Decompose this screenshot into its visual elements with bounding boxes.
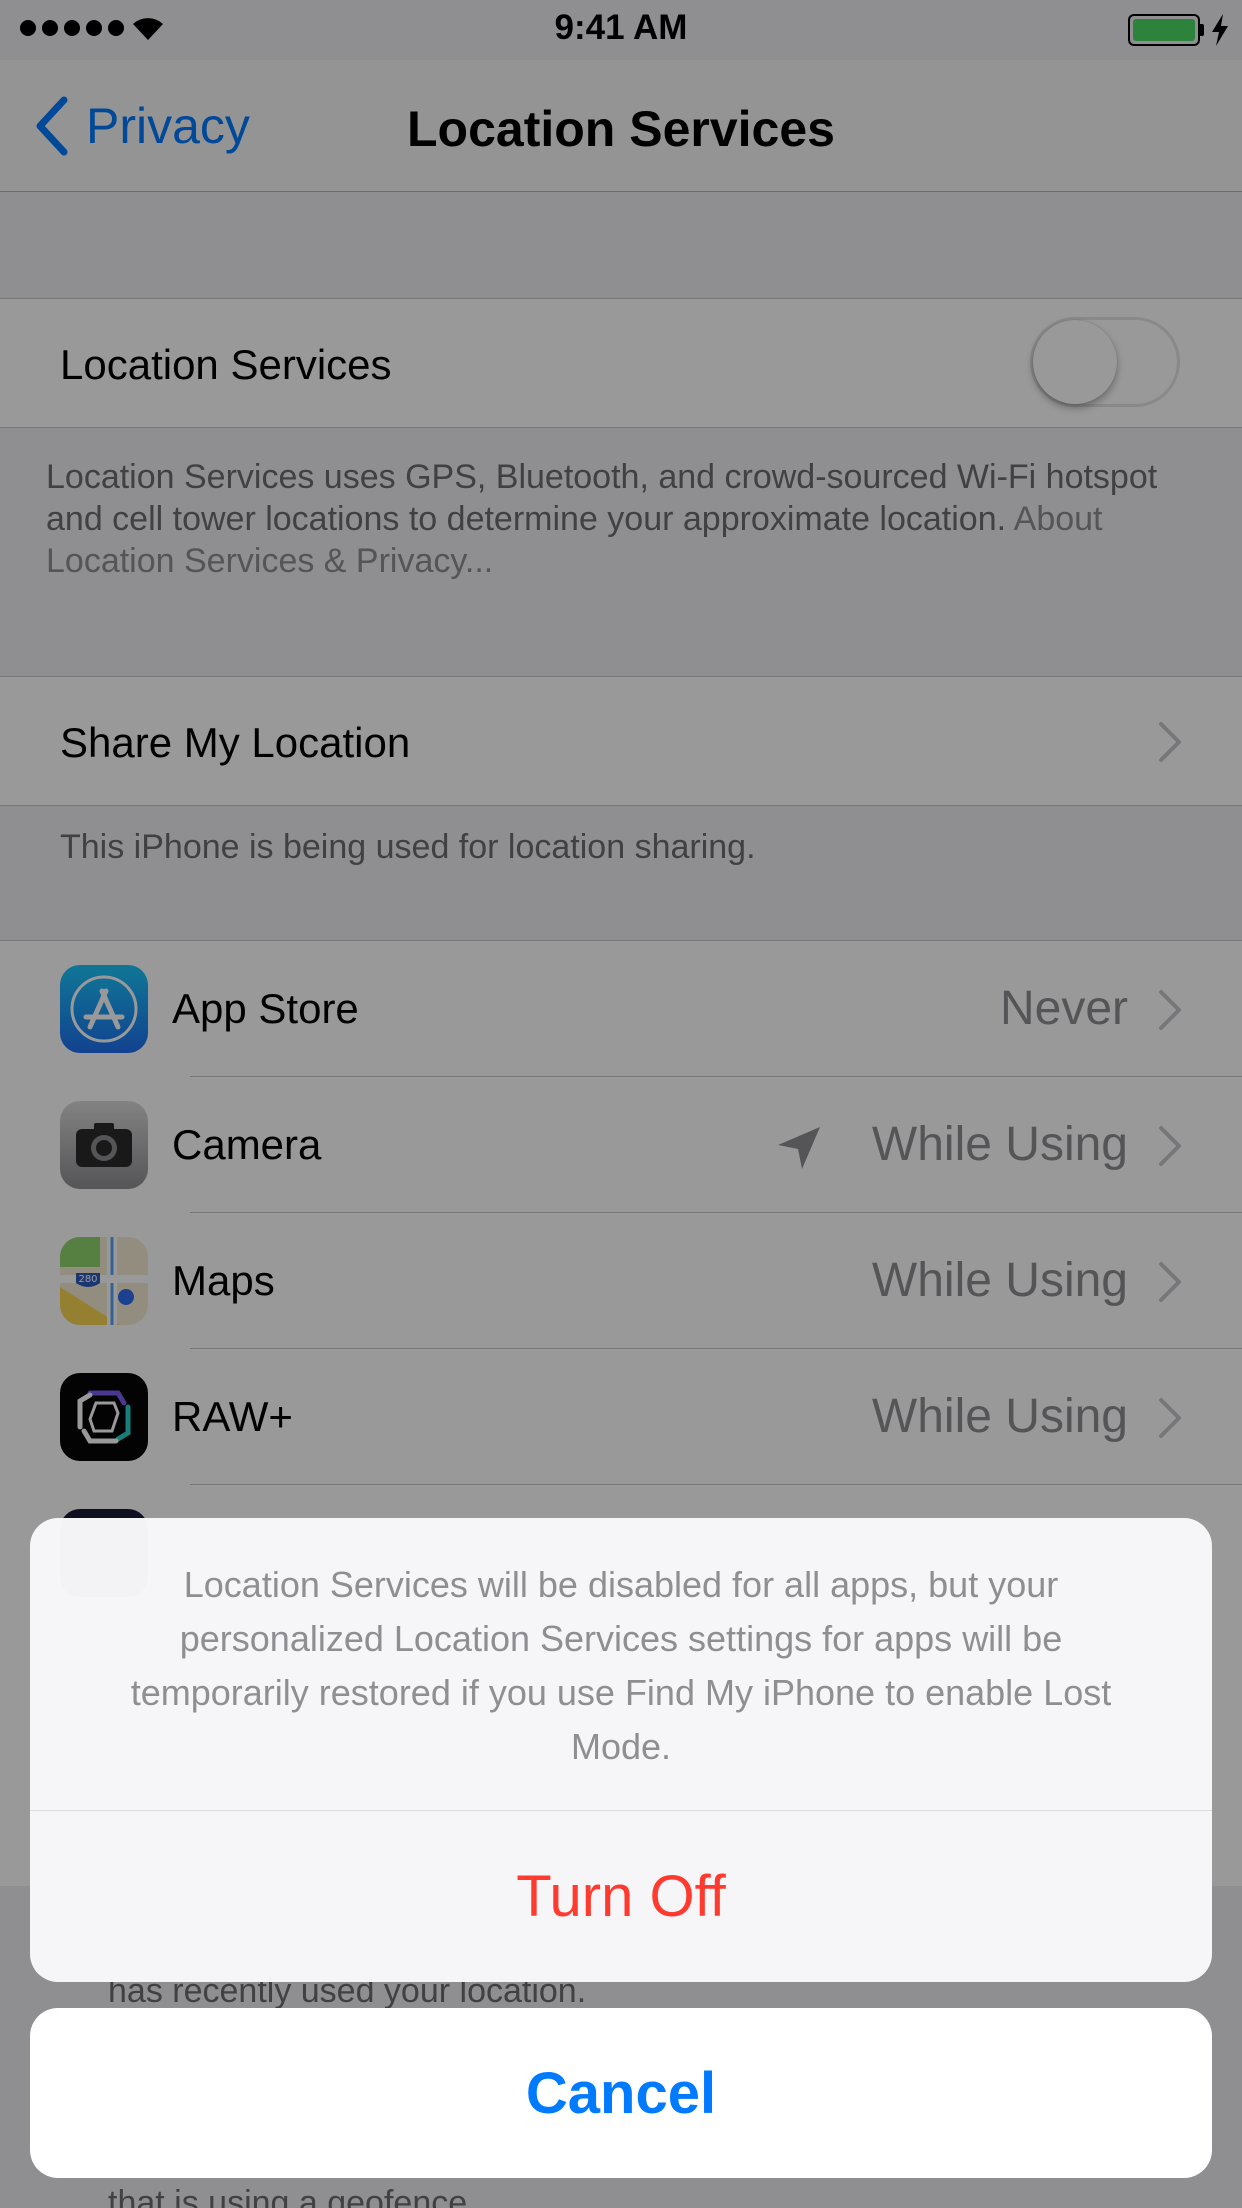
cancel-button[interactable]: Cancel xyxy=(30,2008,1212,2178)
turn-off-button[interactable]: Turn Off xyxy=(30,1811,1212,1982)
action-sheet: Location Services will be disabled for a… xyxy=(30,1518,1212,1982)
action-sheet-message: Location Services will be disabled for a… xyxy=(130,1564,1112,1767)
